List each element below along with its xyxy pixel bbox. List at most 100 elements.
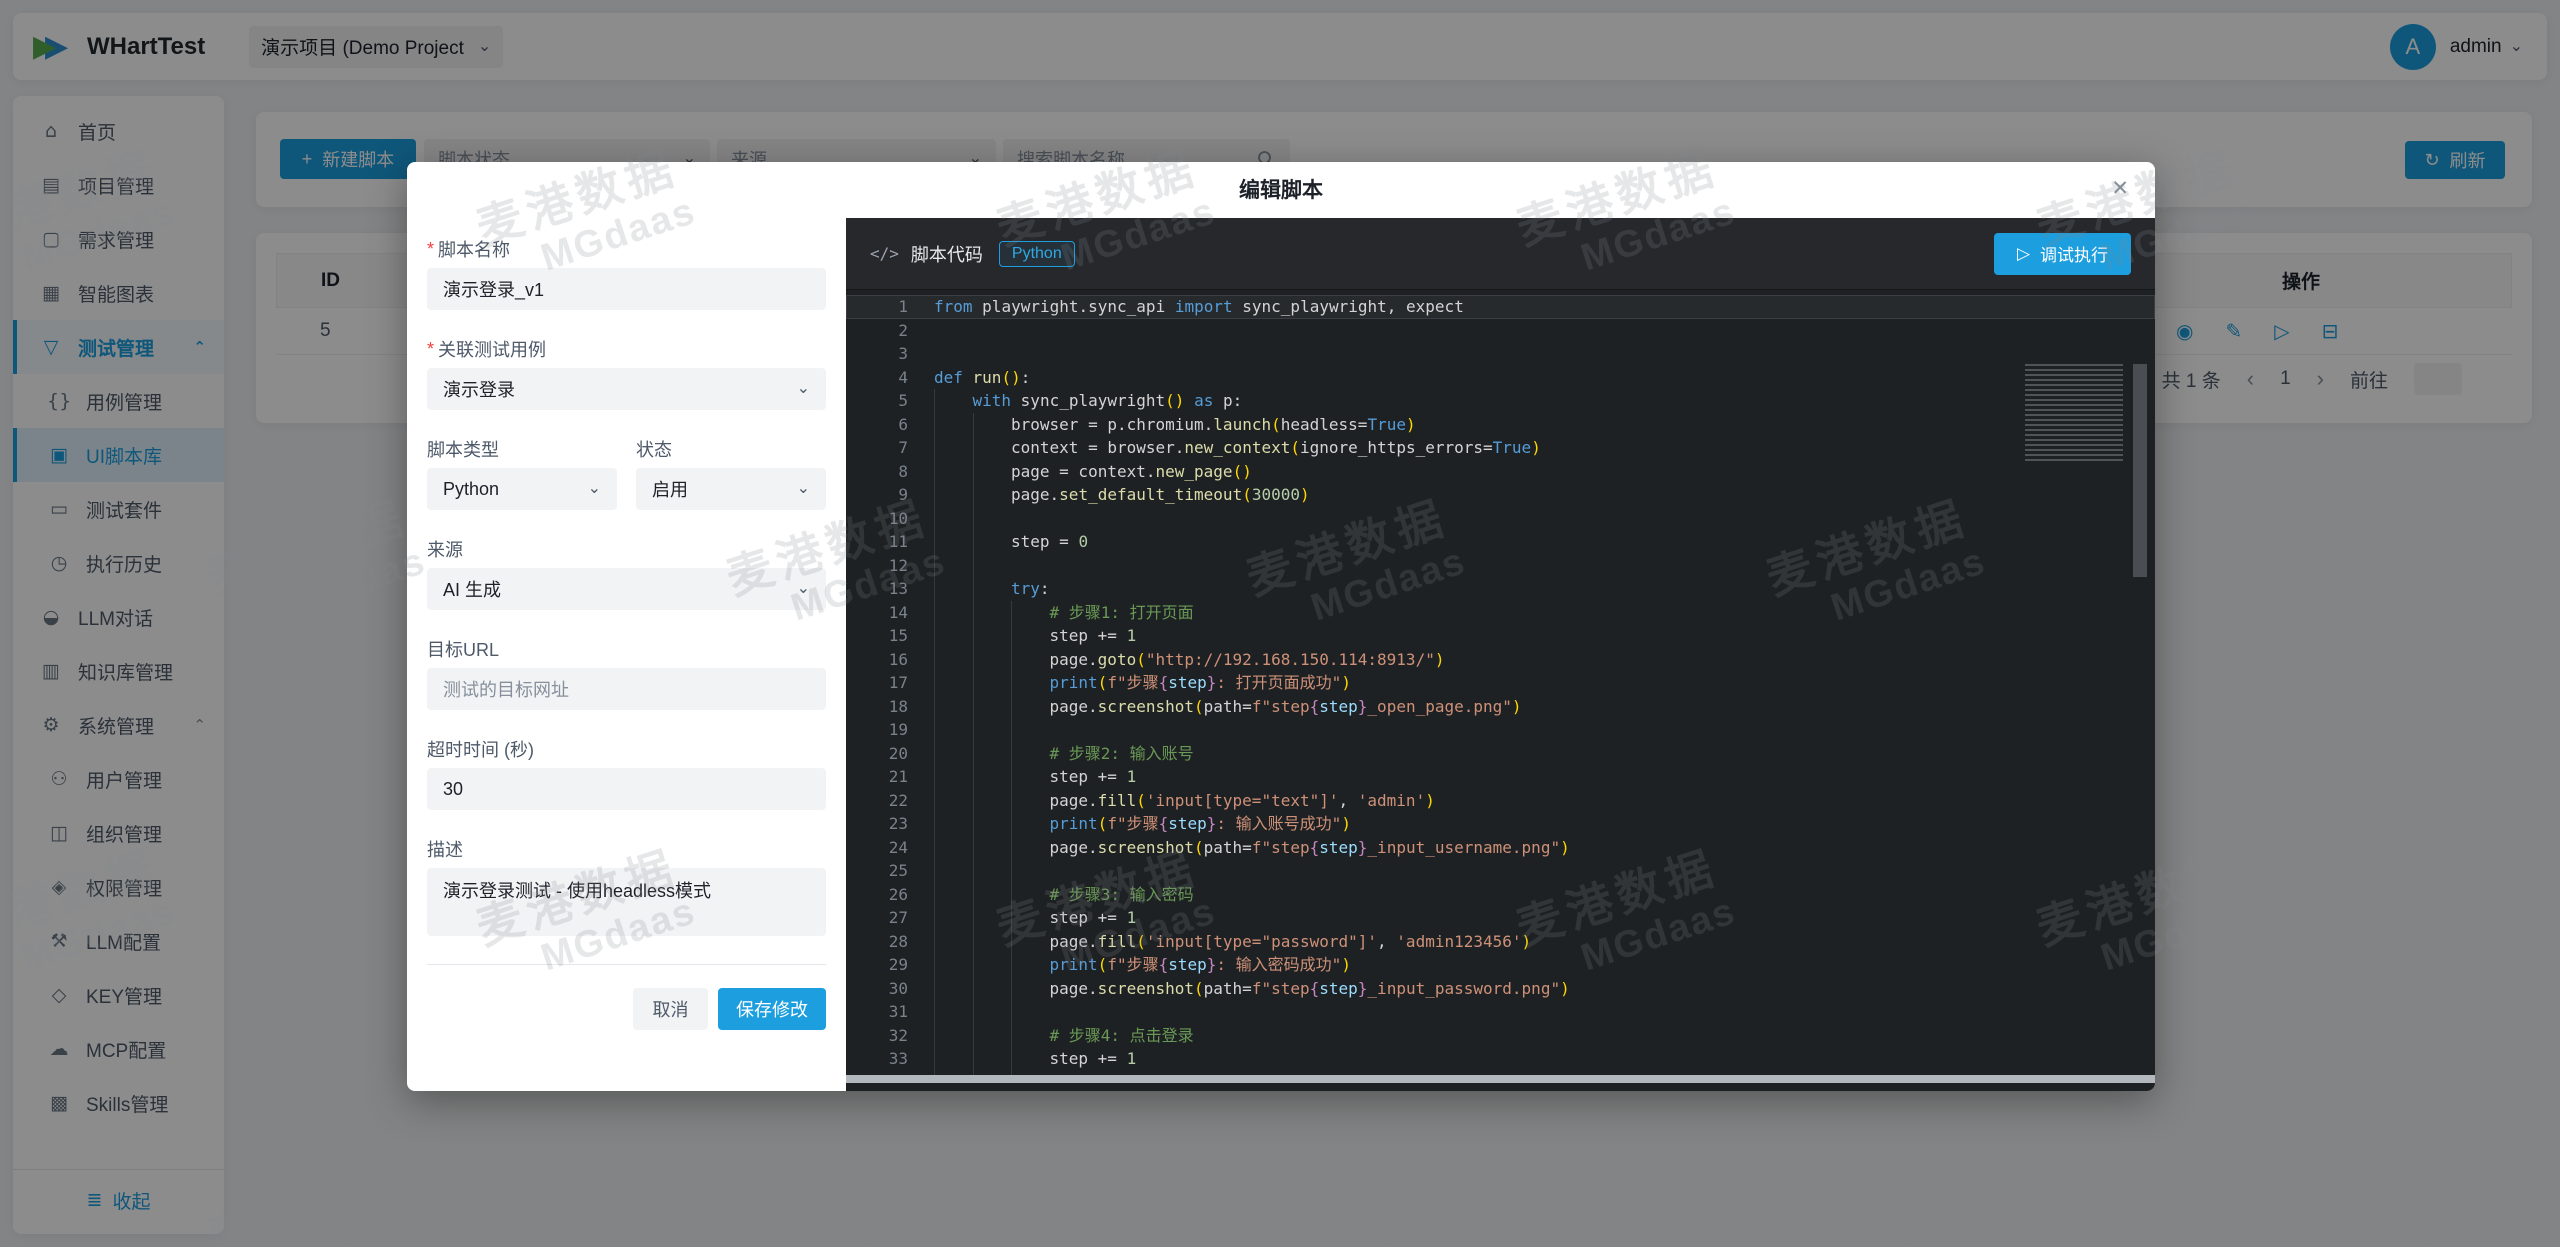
- line-number: 25: [846, 859, 934, 883]
- source-label: 来源: [427, 538, 826, 560]
- code-line-15: 15step += 1: [846, 624, 2155, 648]
- line-number: 6: [846, 413, 934, 437]
- code-line-13: 13try:: [846, 577, 2155, 601]
- code-line-21: 21step += 1: [846, 765, 2155, 789]
- line-number: 32: [846, 1024, 934, 1048]
- minimap: [2025, 364, 2123, 462]
- edit-script-modal: 编辑脚本 ✕ *脚本名称 演示登录_v1 *关联测试用例 演示登录 ⌄ 脚本类型…: [407, 162, 2155, 1091]
- line-number: 20: [846, 742, 934, 766]
- script-name-label: *脚本名称: [427, 238, 826, 260]
- timeout-input[interactable]: 30: [427, 768, 826, 810]
- editor-title: 脚本代码: [911, 241, 983, 267]
- code-line-29: 29print(f"步骤{step}: 输入密码成功"): [846, 953, 2155, 977]
- chevron-down-icon: ⌄: [797, 381, 810, 397]
- line-number: 30: [846, 977, 934, 1001]
- target-url-label: 目标URL: [427, 638, 826, 660]
- line-number: 2: [846, 319, 934, 343]
- cancel-button[interactable]: 取消: [633, 988, 708, 1030]
- code-icon: </>: [870, 244, 899, 263]
- horizontal-scrollbar[interactable]: [846, 1075, 2155, 1083]
- line-number: 11: [846, 530, 934, 554]
- code-line-11: 11step = 0: [846, 530, 2155, 554]
- line-number: 5: [846, 389, 934, 413]
- line-number: 21: [846, 765, 934, 789]
- line-number: 4: [846, 366, 934, 390]
- code-line-25: 25: [846, 859, 2155, 883]
- code-line-10: 10: [846, 507, 2155, 531]
- code-line-32: 32# 步骤4: 点击登录: [846, 1024, 2155, 1048]
- code-editor-panel: </> 脚本代码 Python ▷ 调试执行 1from playwright.…: [846, 218, 2155, 1091]
- code-line-27: 27step += 1: [846, 906, 2155, 930]
- save-button[interactable]: 保存修改: [718, 988, 826, 1030]
- chevron-down-icon: ⌄: [797, 581, 810, 597]
- script-form: *脚本名称 演示登录_v1 *关联测试用例 演示登录 ⌄ 脚本类型 Python…: [407, 218, 846, 1091]
- code-line-23: 23print(f"步骤{step}: 输入账号成功"): [846, 812, 2155, 836]
- code-editor[interactable]: 1from playwright.sync_api import sync_pl…: [846, 290, 2155, 1083]
- play-icon: ▷: [2017, 244, 2030, 264]
- code-line-17: 17print(f"步骤{step}: 打开页面成功"): [846, 671, 2155, 695]
- linked-case-label: *关联测试用例: [427, 338, 826, 360]
- code-line-19: 19: [846, 718, 2155, 742]
- code-line-31: 31: [846, 1000, 2155, 1024]
- chevron-down-icon: ⌄: [588, 481, 601, 497]
- code-line-28: 28page.fill('input[type="password"]', 'a…: [846, 930, 2155, 954]
- code-line-18: 18page.screenshot(path=f"step{step}_open…: [846, 695, 2155, 719]
- code-line-14: 14# 步骤1: 打开页面: [846, 601, 2155, 625]
- code-line-8: 8page = context.new_page(): [846, 460, 2155, 484]
- vertical-scrollbar[interactable]: [2133, 364, 2147, 577]
- code-line-7: 7context = browser.new_context(ignore_ht…: [846, 436, 2155, 460]
- code-line-2: 2: [846, 319, 2155, 343]
- line-number: 7: [846, 436, 934, 460]
- line-number: 29: [846, 953, 934, 977]
- script-type-select[interactable]: Python ⌄: [427, 468, 617, 510]
- code-line-22: 22page.fill('input[type="text"]', 'admin…: [846, 789, 2155, 813]
- code-line-6: 6browser = p.chromium.launch(headless=Tr…: [846, 413, 2155, 437]
- code-line-24: 24page.screenshot(path=f"step{step}_inpu…: [846, 836, 2155, 860]
- code-line-33: 33step += 1: [846, 1047, 2155, 1071]
- modal-title: 编辑脚本: [407, 162, 2155, 220]
- line-number: 26: [846, 883, 934, 907]
- code-line-1: 1from playwright.sync_api import sync_pl…: [846, 295, 2155, 319]
- code-line-20: 20# 步骤2: 输入账号: [846, 742, 2155, 766]
- line-number: 10: [846, 507, 934, 531]
- line-number: 24: [846, 836, 934, 860]
- line-number: 33: [846, 1047, 934, 1071]
- line-number: 1: [846, 295, 934, 319]
- close-icon[interactable]: ✕: [2111, 178, 2129, 199]
- code-line-5: 5with sync_playwright() as p:: [846, 389, 2155, 413]
- line-number: 28: [846, 930, 934, 954]
- line-number: 13: [846, 577, 934, 601]
- line-number: 19: [846, 718, 934, 742]
- code-line-30: 30page.screenshot(path=f"step{step}_inpu…: [846, 977, 2155, 1001]
- line-number: 27: [846, 906, 934, 930]
- line-number: 12: [846, 554, 934, 578]
- code-line-3: 3: [846, 342, 2155, 366]
- chevron-down-icon: ⌄: [797, 481, 810, 497]
- line-number: 23: [846, 812, 934, 836]
- line-number: 22: [846, 789, 934, 813]
- line-number: 31: [846, 1000, 934, 1024]
- code-line-9: 9page.set_default_timeout(30000): [846, 483, 2155, 507]
- description-textarea[interactable]: 演示登录测试 - 使用headless模式: [427, 868, 826, 936]
- description-label: 描述: [427, 838, 826, 860]
- language-badge: Python: [999, 241, 1075, 267]
- source-select[interactable]: AI 生成 ⌄: [427, 568, 826, 610]
- script-type-label: 脚本类型: [427, 438, 617, 460]
- status-select[interactable]: 启用 ⌄: [636, 468, 826, 510]
- line-number: 15: [846, 624, 934, 648]
- target-url-input[interactable]: 测试的目标网址: [427, 668, 826, 710]
- linked-case-select[interactable]: 演示登录 ⌄: [427, 368, 826, 410]
- editor-header: </> 脚本代码 Python ▷ 调试执行: [846, 218, 2155, 290]
- line-number: 3: [846, 342, 934, 366]
- line-number: 9: [846, 483, 934, 507]
- code-line-16: 16page.goto("http://192.168.150.114:8913…: [846, 648, 2155, 672]
- line-number: 18: [846, 695, 934, 719]
- script-name-input[interactable]: 演示登录_v1: [427, 268, 826, 310]
- line-number: 17: [846, 671, 934, 695]
- status-label: 状态: [636, 438, 826, 460]
- modal-header: 编辑脚本 ✕: [407, 162, 2155, 218]
- debug-run-button[interactable]: ▷ 调试执行: [1994, 233, 2131, 275]
- form-divider: [427, 964, 826, 965]
- code-line-12: 12: [846, 554, 2155, 578]
- timeout-label: 超时时间 (秒): [427, 738, 826, 760]
